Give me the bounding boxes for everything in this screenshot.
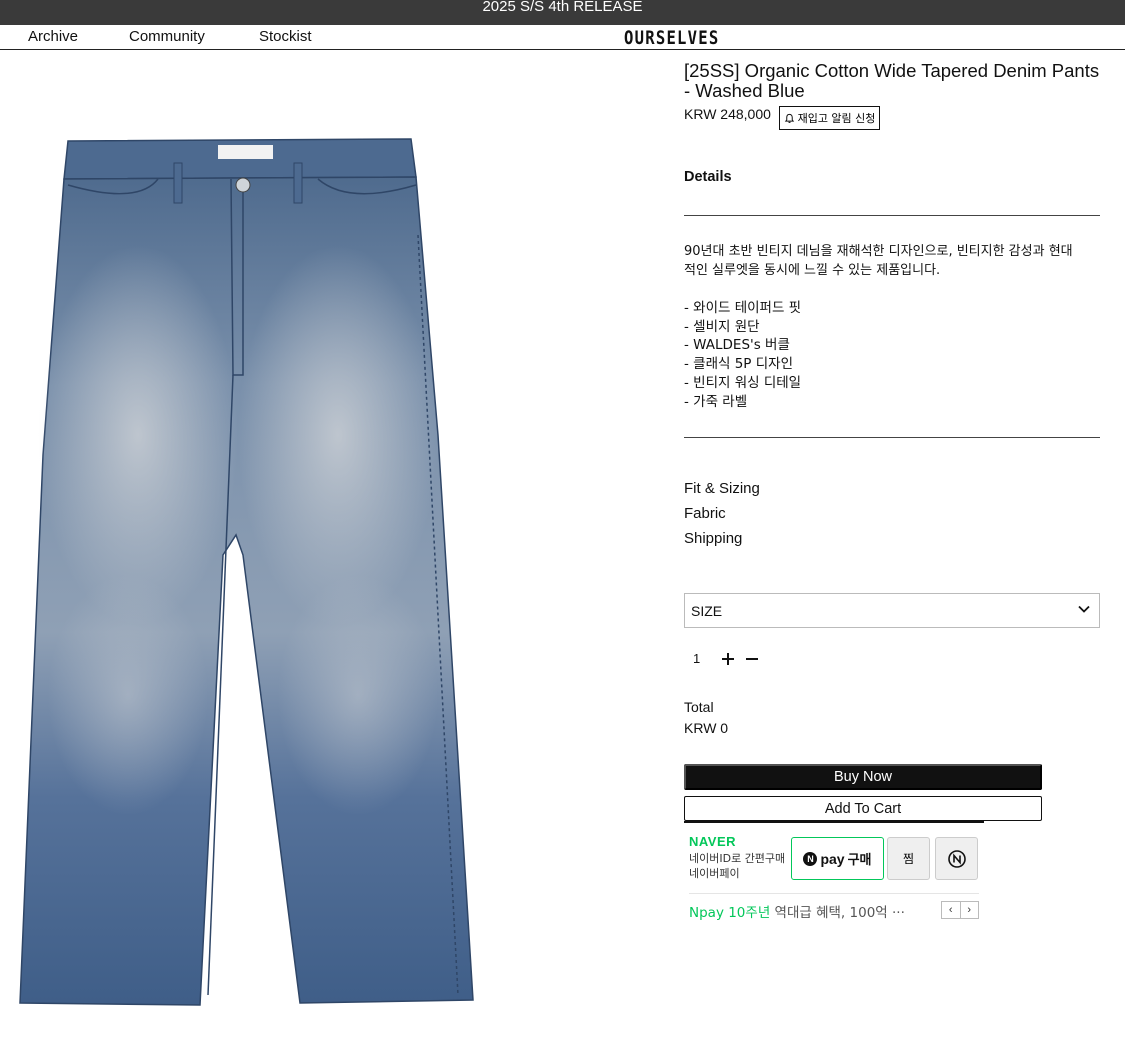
feature-item: - 가죽 라벨 xyxy=(684,393,748,410)
divider xyxy=(689,893,979,894)
naver-sub-line: 네이버ID로 간편구매 xyxy=(689,852,786,865)
npay-promo[interactable]: Npay 10주년 역대급 혜택, 100억 ··· xyxy=(689,901,905,921)
divider xyxy=(684,215,1100,216)
chevron-left-icon[interactable]: ‹ xyxy=(942,902,960,918)
naver-description: 네이버ID로 간편구매 네이버페이 xyxy=(689,851,785,881)
wishlist-label: 찜 xyxy=(902,852,915,866)
feature-item: - 클래식 5P 디자인 xyxy=(684,356,793,373)
add-to-cart-button[interactable]: Add To Cart xyxy=(684,796,1042,821)
feature-item: - 빈티지 워싱 디테일 xyxy=(684,374,802,391)
naver-talk-button[interactable] xyxy=(935,837,978,880)
wishlist-button[interactable]: 찜 xyxy=(887,837,930,880)
banner-text: 2025 S/S 4th RELEASE xyxy=(482,0,643,15)
buy-now-button[interactable]: Buy Now xyxy=(684,764,1042,790)
divider xyxy=(684,821,984,823)
feature-item: - 와이드 테이퍼드 핏 xyxy=(684,300,802,316)
size-select-value: SIZE xyxy=(691,603,723,619)
nav-link-community[interactable]: Community xyxy=(129,28,205,45)
npay-buy-label: 구매 xyxy=(847,853,872,868)
product-title: [25SS] Organic Cotton Wide Tapered Denim… xyxy=(684,60,1100,101)
chevron-down-icon xyxy=(1078,605,1090,613)
promo-pager: ‹ › xyxy=(941,901,979,919)
accordion-shipping[interactable]: Shipping xyxy=(684,530,742,547)
restock-alert-button[interactable]: 재입고 알림 신청 xyxy=(779,106,880,130)
nav-link-archive[interactable]: Archive xyxy=(28,28,78,45)
accordion-fabric[interactable]: Fabric xyxy=(684,505,726,522)
minus-icon[interactable] xyxy=(744,651,760,667)
chevron-right-icon[interactable]: › xyxy=(959,902,979,918)
bell-icon xyxy=(784,113,794,123)
feature-list: - 와이드 테이퍼드 핏 - 셀비지 원단 - WALDES's 버클 - 클래… xyxy=(684,299,801,411)
product-image xyxy=(19,138,474,1006)
total-value: KRW 0 xyxy=(684,720,729,736)
npay-pay-label: pay xyxy=(820,850,845,867)
size-select[interactable]: SIZE xyxy=(684,593,1100,628)
nav-link-stockist[interactable]: Stockist xyxy=(259,28,312,45)
naver-sub-line: 네이버페이 xyxy=(689,867,740,880)
accordion-fit-sizing[interactable]: Fit & Sizing xyxy=(684,480,760,497)
product-description: 90년대 초반 빈티지 데님을 재해석한 디자인으로, 빈티지한 감성과 현대 … xyxy=(684,244,1073,278)
naver-talk-icon xyxy=(947,849,966,868)
top-banner: 2025 S/S 4th RELEASE xyxy=(0,0,1125,25)
feature-item: - WALDES's 버클 xyxy=(684,337,790,354)
total-label: Total xyxy=(684,699,714,715)
npay-n-icon: N xyxy=(803,851,818,866)
feature-item: - 셀비지 원단 xyxy=(684,318,760,335)
divider xyxy=(684,437,1100,438)
plus-icon[interactable] xyxy=(720,651,736,667)
restock-alert-label: 재입고 알림 신청 xyxy=(797,112,876,125)
promo-highlight: Npay 10주년 xyxy=(689,905,771,921)
naver-logo: NAVER xyxy=(689,834,737,849)
npay-buy-button[interactable]: N pay 구매 xyxy=(791,837,884,880)
site-logo[interactable]: OURSELVES xyxy=(624,27,719,49)
promo-text: 역대급 혜택, 100억 ··· xyxy=(770,905,905,921)
product-price: KRW 248,000 xyxy=(684,106,771,122)
top-nav: Archive Community Stockist OURSELVES xyxy=(0,25,1125,50)
quantity-value[interactable]: 1 xyxy=(693,651,700,666)
details-heading[interactable]: Details xyxy=(684,169,732,185)
